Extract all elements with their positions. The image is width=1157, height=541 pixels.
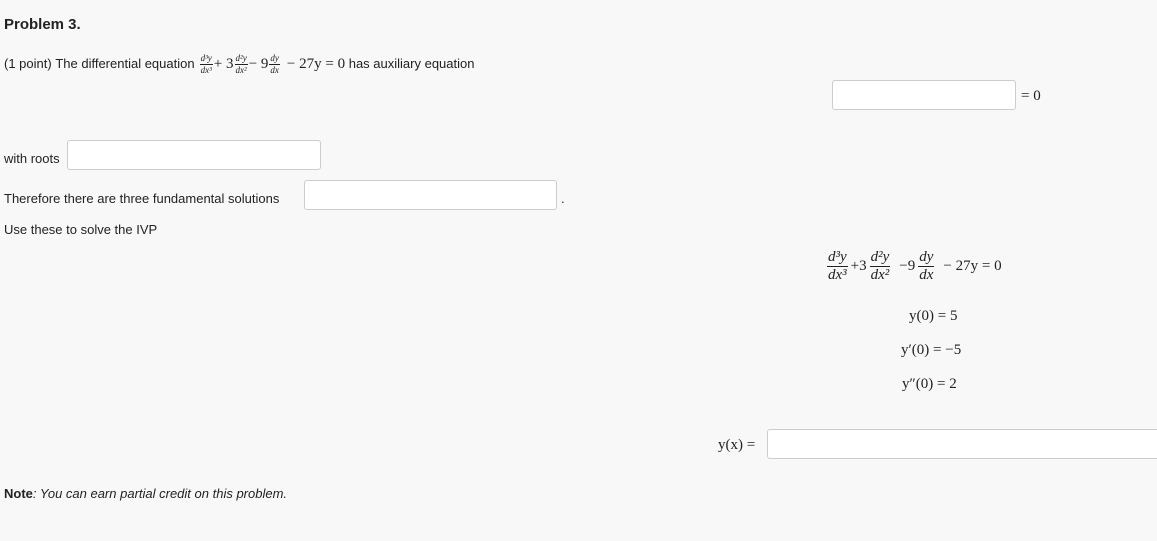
intro-text: The differential equation [55,56,195,71]
note-label: Note [4,486,33,501]
ivp-frac-d3: d³y dx³ [827,249,848,283]
roots-input[interactable] [67,140,321,170]
frac-d3: d³y dx³ [199,52,213,75]
ivp-condition-1: y(0) = 5 [909,308,958,324]
frac-d1: dy dx [269,52,280,75]
note-body: : You can earn partial credit on this pr… [32,486,288,501]
ivp-frac-d2: d²y dx² [869,249,891,283]
fundamental-solutions-input[interactable] [304,180,557,210]
aux-text: has auxiliary equation [348,56,475,71]
ivp-condition-2: y′(0) = −5 [901,342,962,358]
aux-equals-zero: = 0 [1021,88,1041,104]
problem-title: Problem 3. [4,16,81,33]
ivp-ode: d³y dx³ +3 d²y dx² −9 dy dx − 27y = 0 [827,249,1002,283]
ivp-frac-d1: dy dx [918,249,935,283]
fundamental-label: Therefore there are three fundamental so… [4,191,280,206]
frac-d2: d²y dx² [234,52,248,75]
problem-statement: (1 point) The differential equation d³y d… [4,46,474,82]
ivp-condition-3: y″(0) = 2 [902,376,957,392]
yx-label: y(x) = [718,437,756,453]
aux-equation-input[interactable] [832,80,1016,110]
roots-label: with roots [4,151,60,166]
yx-input[interactable] [767,429,1157,459]
points-label: (1 point) [4,56,52,71]
note: Note: You can earn partial credit on thi… [4,486,287,502]
inline-ode: d³y dx³ + 3 d²y dx² − 9 dy dx − 27y = 0 [199,52,346,75]
ivp-label: Use these to solve the IVP [4,222,158,237]
fundamental-period: . [561,191,565,206]
